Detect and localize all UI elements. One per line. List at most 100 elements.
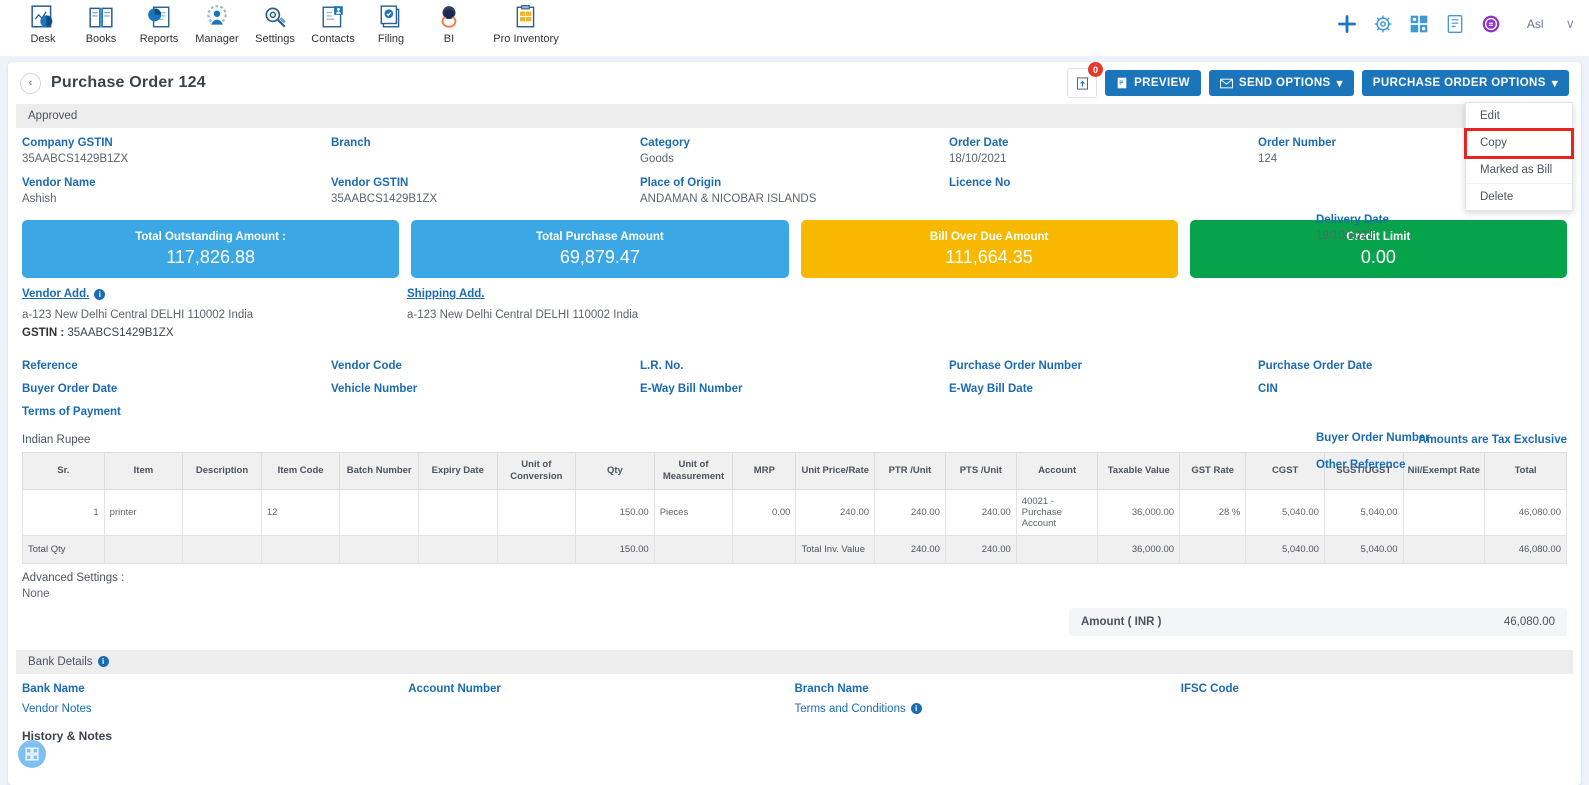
cell-sr: 1 (22, 488, 105, 536)
apps-grid-icon[interactable] (1409, 14, 1429, 34)
col-ptr-unit: PTR /Unit (874, 452, 946, 490)
history-and-notes-heading[interactable]: History & Notes (8, 715, 1581, 743)
field-label: E-Way Bill Date (949, 383, 1033, 395)
menu-item-edit[interactable]: Edit (1466, 103, 1572, 130)
info-icon[interactable]: i (94, 288, 106, 300)
field-value: Ashish (22, 193, 57, 205)
field-vendor-code: Vendor Code (331, 351, 640, 374)
amount-label: Amount ( INR ) (1081, 615, 1162, 628)
field-value: 18/10/2021 (949, 153, 1007, 165)
advanced-settings-section: Advanced Settings : None (8, 564, 1581, 600)
col-gst-rate: GST Rate (1179, 452, 1247, 490)
cell-item[interactable]: printer (103, 488, 184, 536)
shipping-address-link[interactable]: Shipping Add. (407, 288, 792, 300)
user-menu-caret-icon[interactable]: ∨ (1565, 16, 1575, 32)
attachment-count-badge: 0 (1088, 62, 1104, 77)
app-label: Settings (255, 33, 295, 45)
field-value (949, 193, 1258, 206)
quick-launch-button[interactable] (18, 740, 46, 768)
attachments-button[interactable]: 0 (1067, 62, 1104, 98)
vendor-address-line: a-123 New Delhi Central DELHI 110002 Ind… (22, 309, 254, 321)
field-label: Purchase Order Date (1258, 360, 1373, 372)
field-label: Branch (331, 137, 371, 149)
note-icon[interactable] (1445, 14, 1465, 34)
totals-total: 46,080.00 (1484, 534, 1567, 564)
field-other-reference: Other Reference (1316, 459, 1405, 471)
app-item-bi[interactable]: BI (420, 2, 478, 45)
tax-exclusive-note[interactable]: Amounts are Tax Exclusive (1418, 434, 1567, 446)
terms-and-conditions-block: Terms and Conditions i (795, 703, 1181, 715)
field-category: Category Goods (640, 128, 949, 168)
field-label: L.R. No. (640, 360, 684, 372)
gear-icon[interactable] (1373, 14, 1393, 34)
cell-sgst-ugst: 5,040.00 (1323, 488, 1404, 536)
terms-and-conditions-label[interactable]: Terms and Conditions (795, 703, 906, 715)
cell-total: 46,080.00 (1484, 488, 1567, 536)
field-label: E-Way Bill Number (640, 383, 743, 395)
vendor-notes-label[interactable]: Vendor Notes (22, 703, 408, 715)
app-item-contacts[interactable]: Contacts (304, 2, 362, 45)
field-purchase-order-date: Purchase Order Date (1258, 351, 1567, 374)
order-details-row-2: Vendor Name Ashish Vendor GSTIN 35AABCS1… (22, 168, 1567, 208)
vendor-gstin-line: GSTIN : 35AABCS1429B1ZX (22, 327, 407, 339)
cell-pts-unit: 240.00 (944, 488, 1017, 536)
order-details-row-2-wrap: Vendor Name Ashish Vendor GSTIN 35AABCS1… (8, 168, 1581, 208)
help-circle-icon[interactable] (1481, 14, 1501, 34)
menu-item-delete[interactable]: Delete (1466, 184, 1572, 210)
pro-inventory-icon (516, 5, 535, 28)
plus-icon[interactable] (1337, 14, 1357, 34)
cell-mrp: 0.00 (732, 488, 797, 536)
totals-sgst-ugst: 5,040.00 (1323, 534, 1404, 564)
field-label: Vendor Name (22, 177, 96, 189)
field-cin: CIN (1258, 374, 1567, 397)
app-item-settings[interactable]: Settings (246, 2, 304, 45)
field-terms-of-payment: Terms of Payment (22, 397, 331, 420)
app-launcher-list: Desk Books Reports Manager Settings Cont… (14, 2, 574, 45)
field-label: Branch Name (794, 682, 869, 695)
menu-item-copy[interactable]: Copy (1464, 128, 1574, 159)
totals-label: Total Qty (22, 534, 105, 564)
contacts-icon (322, 6, 343, 28)
totals-gst-rate (1179, 534, 1247, 564)
app-item-filing[interactable]: Filing (362, 2, 420, 45)
field-value (331, 153, 640, 166)
app-label: BI (443, 33, 455, 45)
field-vendor-gstin: Vendor GSTIN 35AABCS1429B1ZX (331, 168, 640, 208)
totals-ptr-unit: 240.00 (874, 534, 946, 564)
cell-item-code: 12 (260, 488, 341, 536)
totals-blank-conversion (496, 534, 577, 564)
app-item-manager[interactable]: Manager (188, 2, 246, 45)
menu-item-marked-as-bill[interactable]: Marked as Bill (1466, 157, 1572, 184)
vendor-address-link[interactable]: Vendor Add. i (22, 288, 407, 300)
totals-nil-exempt (1402, 534, 1486, 564)
purchase-order-options-button[interactable]: PURCHASE ORDER OPTIONS ▾ (1361, 70, 1569, 96)
notes-spacer-2 (1181, 703, 1567, 715)
preview-button[interactable]: PREVIEW (1105, 70, 1201, 96)
totals-inv-value-label: Total Inv. Value (795, 534, 876, 564)
app-item-reports[interactable]: Reports (130, 2, 188, 45)
card-value: 69,879.47 (559, 246, 640, 267)
currency-label: Indian Rupee (22, 434, 91, 446)
totals-pts-unit: 240.00 (944, 534, 1017, 564)
info-icon[interactable]: i (910, 703, 922, 715)
app-item-desk[interactable]: Desk (14, 2, 72, 45)
field-value: 19/10/2021 (1316, 230, 1374, 242)
field-company-gstin: Company GSTIN 35AABCS1429B1ZX (22, 128, 331, 168)
back-button[interactable]: ‹ (20, 72, 41, 94)
field-label: Licence No (949, 177, 1011, 189)
app-item-pro-inventory[interactable]: Pro Inventory (478, 2, 574, 45)
totals-blank-description (182, 534, 262, 564)
app-item-books[interactable]: Books (72, 2, 130, 45)
vendor-address-block: Vendor Add. i a-123 New Delhi Central DE… (22, 288, 407, 339)
advanced-settings-label: Advanced Settings : (22, 571, 125, 584)
info-icon[interactable]: i (97, 656, 109, 668)
field-label: Other Reference (1316, 459, 1406, 471)
preview-label: PREVIEW (1134, 77, 1190, 89)
cell-account: 40021 - Purchase Account (1015, 488, 1099, 536)
cell-nil-exempt (1402, 488, 1486, 536)
field-order-date: Order Date 18/10/2021 (949, 128, 1258, 168)
cell-unit-of-measurement: Pieces (653, 488, 734, 536)
field-vehicle-number: Vehicle Number (331, 374, 640, 397)
send-options-button[interactable]: SEND OPTIONS ▾ (1208, 70, 1354, 96)
chevron-down-icon: ▾ (1551, 78, 1558, 90)
